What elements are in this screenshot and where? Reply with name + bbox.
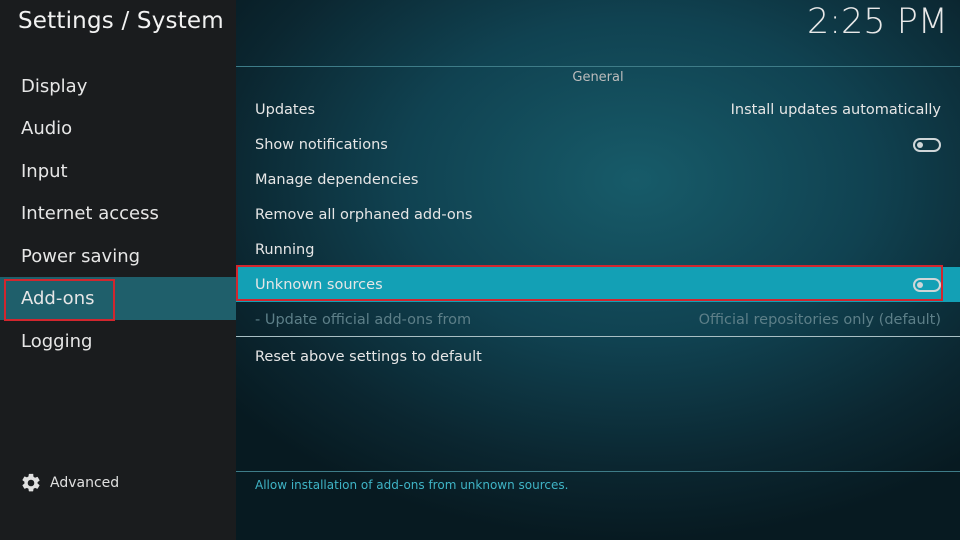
setting-label: Updates	[255, 101, 316, 118]
sidebar-item-label: Power saving	[21, 246, 141, 267]
setting-manage-dependencies[interactable]: Manage dependencies	[236, 162, 960, 197]
divider-separator	[236, 336, 960, 337]
sidebar-item-label: Logging	[21, 331, 93, 352]
sidebar-item-input[interactable]: Input	[0, 150, 236, 193]
sidebar-highlight-box	[4, 279, 115, 321]
divider-top	[236, 66, 960, 67]
setting-label: Show notifications	[255, 136, 388, 153]
sidebar-item-internet-access[interactable]: Internet access	[0, 192, 236, 235]
reset-settings-button[interactable]: Reset above settings to default	[236, 339, 960, 374]
clock: 2:25 PM	[806, 2, 948, 42]
sidebar-item-logging[interactable]: Logging	[0, 320, 236, 363]
sidebar-item-label: Display	[21, 76, 88, 97]
page-title: Settings / System	[18, 8, 224, 34]
sidebar-item-label: Internet access	[21, 203, 159, 224]
advanced-button[interactable]: Advanced	[20, 472, 119, 494]
setting-label: Running	[255, 241, 315, 258]
sidebar-item-power-saving[interactable]: Power saving	[0, 235, 236, 278]
setting-show-notifications[interactable]: Show notifications	[236, 127, 960, 162]
toggle-off-icon[interactable]	[913, 137, 941, 152]
sidebar-item-display[interactable]: Display	[0, 65, 236, 108]
setting-label: Remove all orphaned add-ons	[255, 206, 473, 223]
sidebar-item-label: Audio	[21, 118, 73, 139]
setting-update-official-addons-from: - Update official add-ons from Official …	[236, 302, 960, 337]
sidebar-item-audio[interactable]: Audio	[0, 107, 236, 150]
group-title: General	[572, 70, 624, 85]
gear-icon	[20, 472, 42, 494]
sidebar-item-label: Input	[21, 161, 68, 182]
setting-highlight-box	[236, 265, 943, 301]
setting-value: Install updates automatically	[730, 101, 941, 118]
setting-description: Allow installation of add-ons from unkno…	[255, 478, 569, 492]
advanced-label: Advanced	[50, 475, 120, 491]
setting-value: Official repositories only (default)	[698, 311, 941, 328]
setting-remove-orphaned-addons[interactable]: Remove all orphaned add-ons	[236, 197, 960, 232]
setting-updates[interactable]: Updates Install updates automatically	[236, 92, 960, 127]
setting-label: - Update official add-ons from	[255, 311, 472, 328]
divider-bottom	[236, 471, 960, 472]
setting-running[interactable]: Running	[236, 232, 960, 267]
reset-label: Reset above settings to default	[255, 348, 482, 365]
setting-label: Manage dependencies	[255, 171, 419, 188]
